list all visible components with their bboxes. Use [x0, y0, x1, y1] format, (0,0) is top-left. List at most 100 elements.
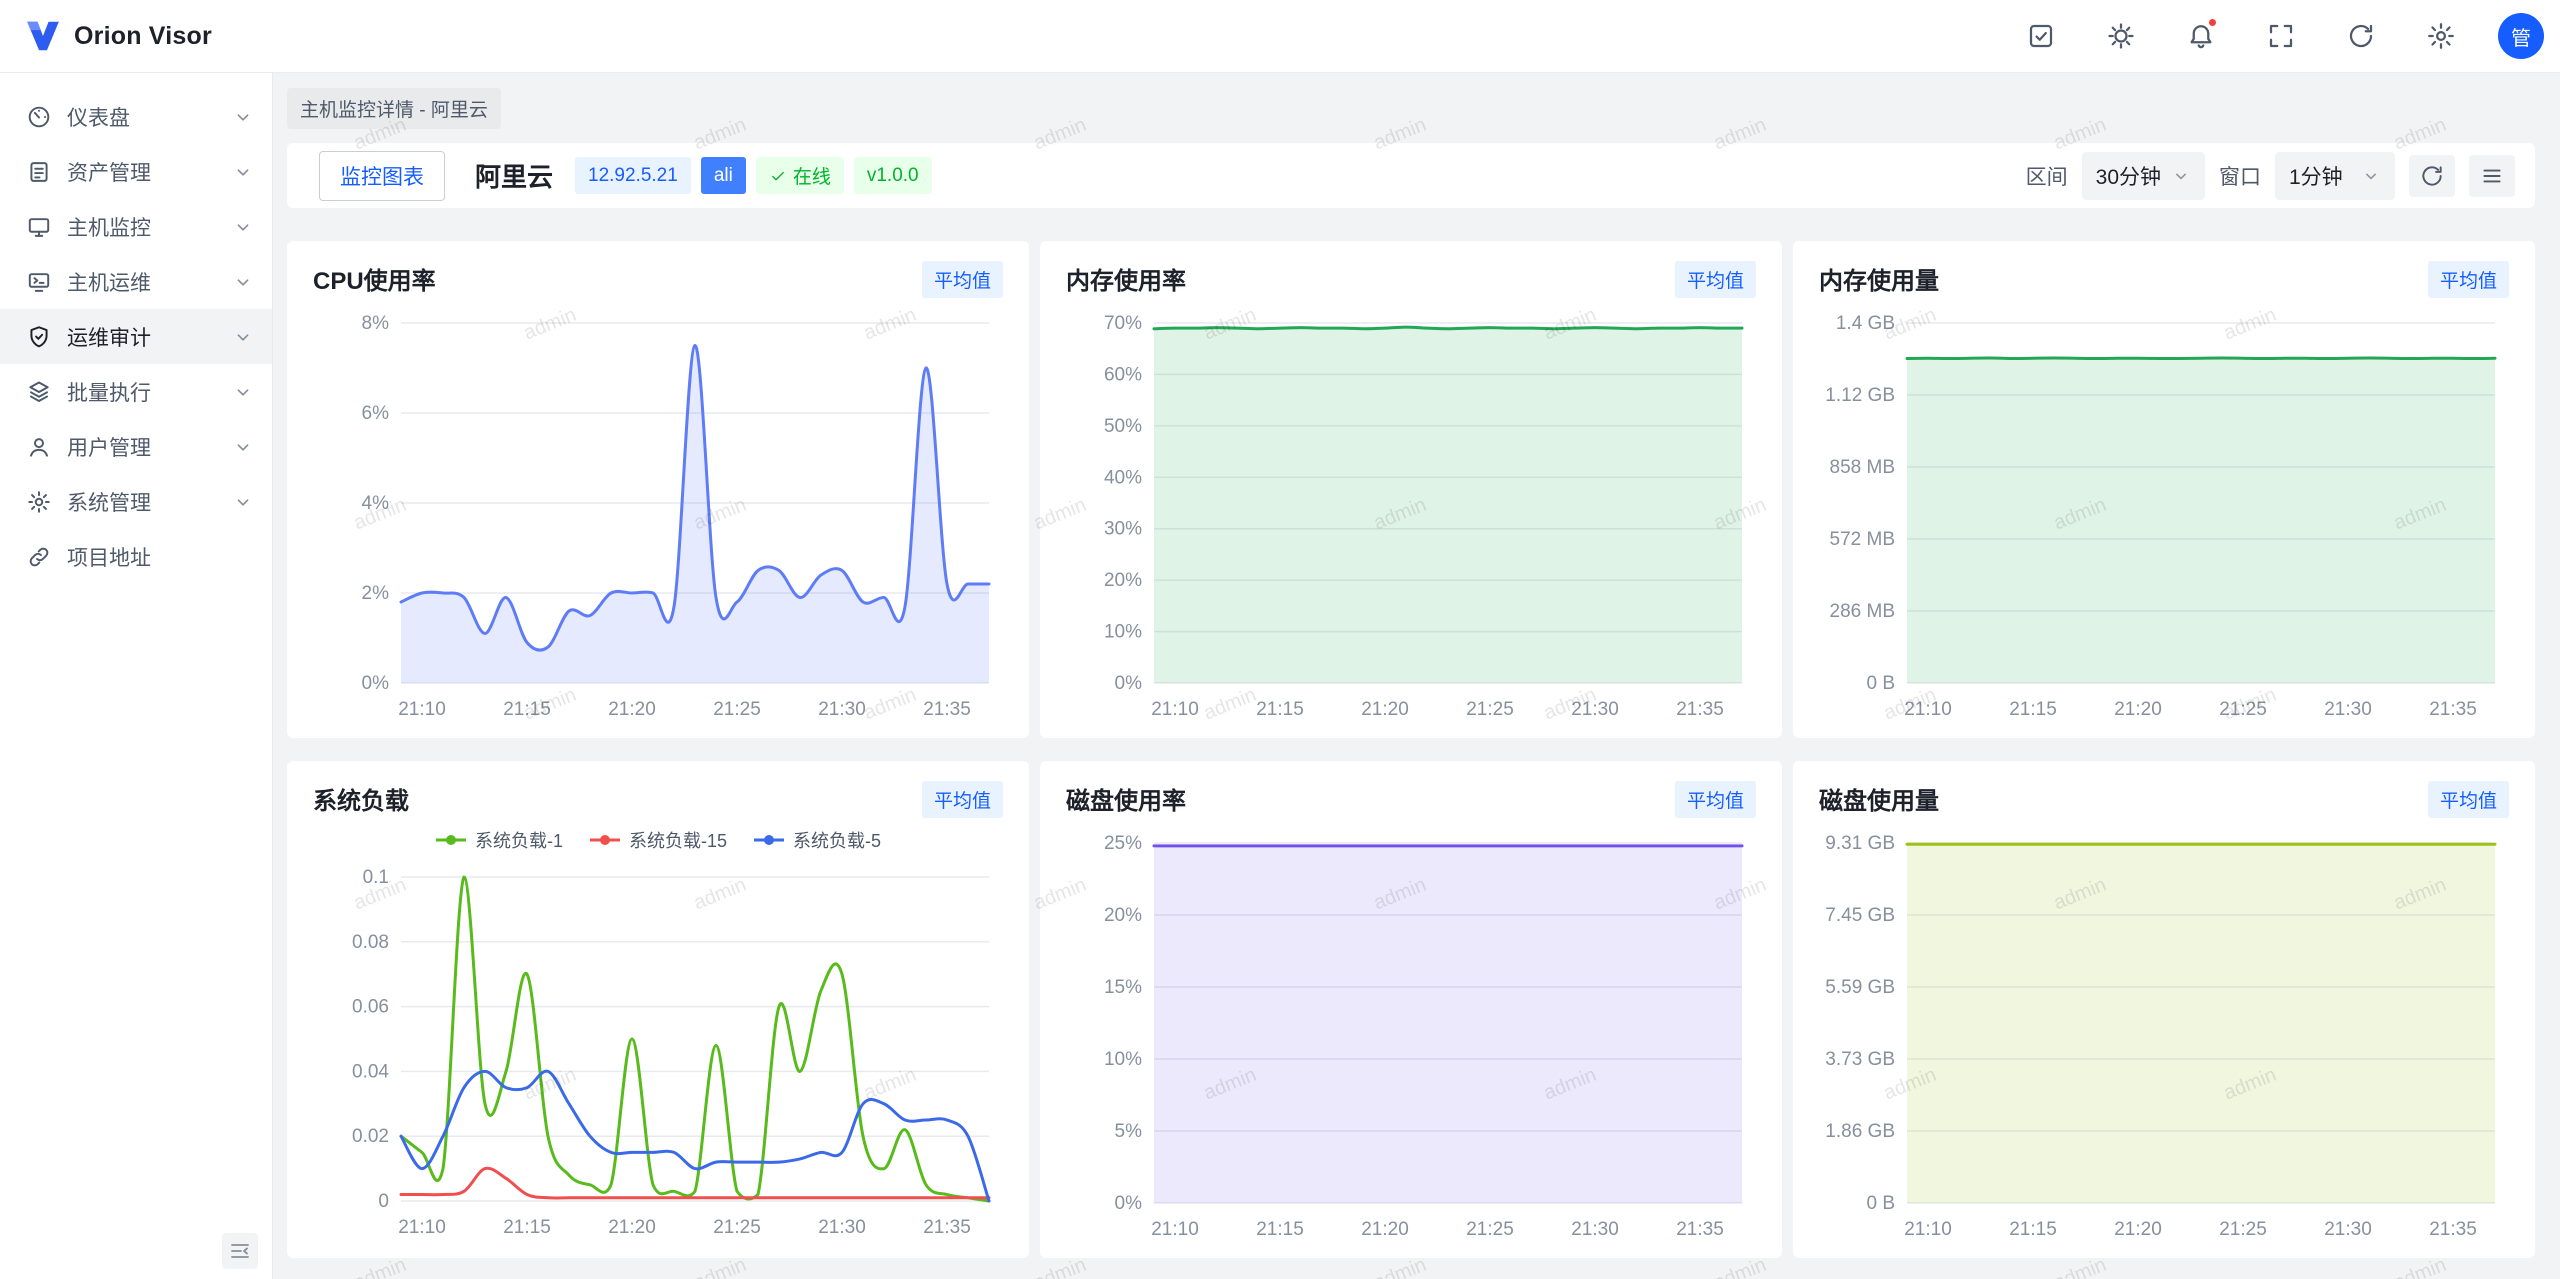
svg-text:20%: 20%: [1104, 570, 1142, 591]
sidebar-menu: 仪表盘资产管理主机监控主机运维运维审计批量执行用户管理系统管理项目地址: [0, 89, 272, 584]
legend-label: 系统负载-1: [475, 827, 563, 853]
svg-text:21:15: 21:15: [1256, 1219, 1304, 1240]
svg-text:21:15: 21:15: [1256, 699, 1304, 720]
collapse-sidebar-button[interactable]: [222, 1233, 258, 1269]
chart-title: 内存使用量: [1819, 261, 1939, 296]
svg-text:50%: 50%: [1104, 416, 1142, 437]
check-icon: [769, 167, 787, 185]
theme-sun-button[interactable]: [2098, 13, 2144, 59]
legend-item-1[interactable]: 系统负载-15: [589, 827, 727, 853]
svg-text:0 B: 0 B: [1866, 673, 1895, 694]
refresh-charts-button[interactable]: [2409, 155, 2455, 197]
svg-text:4%: 4%: [362, 493, 390, 514]
breadcrumb[interactable]: 主机监控详情 - 阿里云: [287, 88, 501, 129]
sidebar-item-8[interactable]: 项目地址: [0, 529, 272, 584]
chart-card-2: 内存使用量平均值0 B286 MB572 MB858 MB1.12 GB1.4 …: [1793, 241, 2535, 738]
dashboard-icon: [26, 104, 52, 130]
charts-grid: CPU使用率平均值0%2%4%6%8%21:1021:1521:2021:252…: [287, 241, 2535, 1258]
svg-text:0.08: 0.08: [352, 932, 389, 953]
svg-text:0: 0: [378, 1191, 389, 1212]
refresh-icon: [2346, 21, 2376, 51]
series-legend-badge[interactable]: 平均值: [1675, 781, 1756, 818]
svg-text:30%: 30%: [1104, 519, 1142, 540]
window-select[interactable]: 1分钟: [2275, 152, 2395, 200]
window-label: 窗口: [2219, 161, 2261, 191]
svg-text:21:25: 21:25: [1466, 699, 1514, 720]
chart-plot: 0%5%10%15%20%25%21:1021:1521:2021:2521:3…: [1066, 823, 1756, 1247]
svg-text:0.02: 0.02: [352, 1126, 389, 1147]
toolbar-controls: 区间 30分钟 窗口 1分钟: [2026, 152, 2515, 200]
svg-text:21:15: 21:15: [2009, 699, 2057, 720]
svg-text:21:30: 21:30: [1571, 1219, 1619, 1240]
sidebar-item-3[interactable]: 主机运维: [0, 254, 272, 309]
check-square-button[interactable]: [2018, 13, 2064, 59]
svg-text:21:10: 21:10: [1904, 699, 1952, 720]
sidebar-item-0[interactable]: 仪表盘: [0, 89, 272, 144]
chart-layout-button[interactable]: [2469, 155, 2515, 197]
series-legend-badge[interactable]: 平均值: [2428, 781, 2509, 818]
breadcrumb-text: 主机监控详情 - 阿里云: [300, 100, 488, 121]
svg-text:21:30: 21:30: [818, 1217, 866, 1238]
svg-text:21:30: 21:30: [2324, 1219, 2372, 1240]
monitor-icon: [26, 214, 52, 240]
svg-text:1.4 GB: 1.4 GB: [1836, 313, 1895, 334]
chart-title: 系统负载: [313, 781, 409, 816]
svg-text:21:30: 21:30: [818, 699, 866, 720]
legend-marker-icon: [435, 834, 467, 846]
host-tags: 12.92.5.21ali在线v1.0.0: [575, 157, 932, 194]
series-legend-badge[interactable]: 平均值: [2428, 261, 2509, 298]
svg-text:21:10: 21:10: [1151, 1219, 1199, 1240]
series-legend-badge[interactable]: 平均值: [1675, 261, 1756, 298]
user-avatar[interactable]: 管: [2498, 13, 2544, 59]
breadcrumb-row: 主机监控详情 - 阿里云: [287, 73, 2535, 143]
chart-card-1: 内存使用率平均值0%10%20%30%40%50%60%70%21:1021:1…: [1040, 241, 1782, 738]
notifications-bell-button[interactable]: [2178, 13, 2224, 59]
interval-value: 30分钟: [2096, 161, 2161, 191]
fullscreen-button[interactable]: [2258, 13, 2304, 59]
svg-text:5.59 GB: 5.59 GB: [1825, 977, 1895, 998]
svg-text:0%: 0%: [362, 673, 390, 694]
refresh-button[interactable]: [2338, 13, 2384, 59]
chart-title: 内存使用率: [1066, 261, 1186, 296]
svg-text:21:35: 21:35: [1676, 1219, 1724, 1240]
notification-dot: [2207, 17, 2218, 28]
sidebar-item-4[interactable]: 运维审计: [0, 309, 272, 364]
chart-card-5: 磁盘使用量平均值0 B1.86 GB3.73 GB5.59 GB7.45 GB9…: [1793, 761, 2535, 1258]
chart-card-head: 磁盘使用量 平均值: [1819, 781, 2509, 823]
host-name: 阿里云: [475, 157, 553, 194]
logo-icon: [24, 17, 62, 55]
tag-text: ali: [714, 165, 733, 187]
legend-item-2[interactable]: 系统负载-5: [753, 827, 881, 853]
svg-text:21:20: 21:20: [1361, 1219, 1409, 1240]
sidebar-item-7[interactable]: 系统管理: [0, 474, 272, 529]
sidebar-item-2[interactable]: 主机监控: [0, 199, 272, 254]
audit-shield-icon: [26, 324, 52, 350]
svg-text:21:20: 21:20: [608, 699, 656, 720]
chart-title: 磁盘使用量: [1819, 781, 1939, 816]
sidebar-item-1[interactable]: 资产管理: [0, 144, 272, 199]
fullscreen-icon: [2266, 21, 2296, 51]
sidebar-item-6[interactable]: 用户管理: [0, 419, 272, 474]
interval-select[interactable]: 30分钟: [2082, 152, 2205, 200]
host-tag-2: 在线: [756, 157, 844, 194]
legend-item-0[interactable]: 系统负载-1: [435, 827, 563, 853]
sidebar-item-5[interactable]: 批量执行: [0, 364, 272, 419]
app-logo: Orion Visor: [24, 17, 212, 55]
svg-text:9.31 GB: 9.31 GB: [1825, 833, 1895, 854]
series-legend-badge[interactable]: 平均值: [922, 261, 1003, 298]
chart-plot: 0 B286 MB572 MB858 MB1.12 GB1.4 GB21:102…: [1819, 303, 2509, 727]
svg-text:21:10: 21:10: [398, 699, 446, 720]
settings-gear-icon: [2426, 21, 2456, 51]
svg-text:40%: 40%: [1104, 467, 1142, 488]
settings-gear-button[interactable]: [2418, 13, 2464, 59]
host-ops-icon: [26, 269, 52, 295]
sidebar-item-label: 批量执行: [67, 377, 217, 407]
system-gear-icon: [26, 489, 52, 515]
check-square-icon: [2026, 21, 2056, 51]
svg-text:21:25: 21:25: [1466, 1219, 1514, 1240]
sidebar-item-label: 项目地址: [67, 542, 254, 572]
series-legend-badge[interactable]: 平均值: [922, 781, 1003, 818]
monitor-chart-button[interactable]: 监控图表: [319, 151, 445, 201]
app-header: Orion Visor 管: [0, 0, 2560, 73]
legend-marker-icon: [589, 834, 621, 846]
